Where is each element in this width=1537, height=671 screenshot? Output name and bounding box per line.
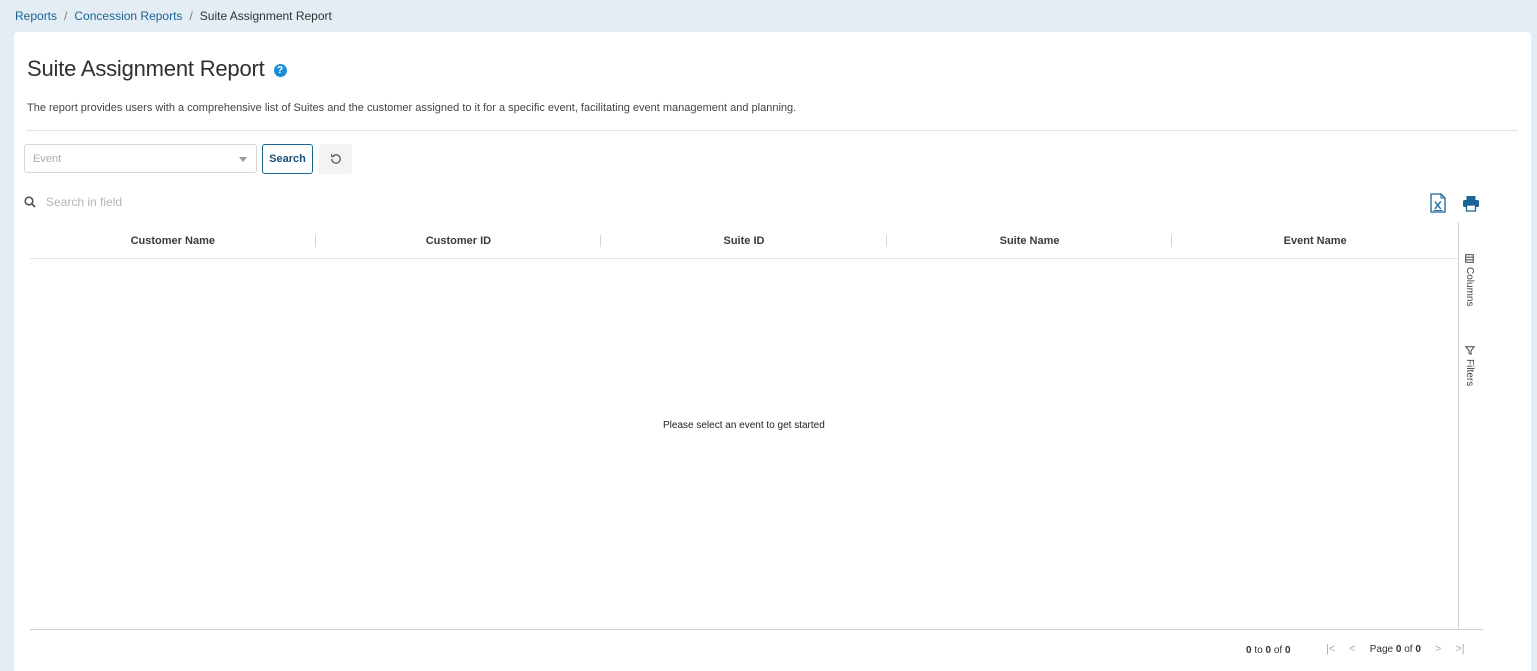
- columns-icon: [1465, 254, 1474, 263]
- pagination: |< < Page 0 of 0 > >|: [1326, 643, 1465, 655]
- breadcrumb-separator: /: [64, 9, 68, 23]
- range-total: 0: [1284, 645, 1291, 656]
- breadcrumb-current: Suite Assignment Report: [199, 9, 332, 23]
- last-page-icon[interactable]: >|: [1455, 643, 1464, 655]
- filters-panel-label: Filters: [1464, 359, 1475, 387]
- search-icon: [24, 196, 36, 208]
- column-header-label: Suite ID: [723, 235, 765, 247]
- column-header-suite-id[interactable]: Suite ID: [601, 224, 887, 258]
- breadcrumb-concession-reports-link[interactable]: Concession Reports: [74, 9, 182, 23]
- side-panel-divider: [1458, 222, 1459, 629]
- reset-icon: [330, 154, 341, 164]
- previous-page-icon[interactable]: <: [1349, 643, 1355, 655]
- page-of-word: of: [1404, 643, 1413, 655]
- title-row: Suite Assignment Report ?: [27, 56, 287, 82]
- grid-footer-divider: [30, 629, 1483, 630]
- filter-icon: [1464, 346, 1475, 355]
- columns-panel-tab[interactable]: Columns: [1464, 254, 1475, 306]
- page-current: 0: [1395, 643, 1402, 655]
- breadcrumb-separator: /: [189, 9, 193, 23]
- filters-panel-tab[interactable]: Filters: [1464, 346, 1475, 386]
- reset-button[interactable]: [319, 144, 352, 174]
- report-card: Suite Assignment Report ? The report pro…: [14, 32, 1531, 671]
- column-header-label: Event Name: [1283, 235, 1347, 247]
- column-header-label: Customer ID: [425, 235, 492, 247]
- column-header-label: Customer Name: [130, 235, 215, 247]
- first-page-icon[interactable]: |<: [1326, 643, 1335, 655]
- divider: [26, 130, 1518, 131]
- row-range-summary: 0 to 0 of 0: [1246, 645, 1291, 656]
- search-button[interactable]: Search: [262, 144, 313, 174]
- page-description: The report provides users with a compreh…: [27, 102, 797, 114]
- column-header-event-name[interactable]: Event Name: [1172, 224, 1458, 258]
- page-title: Suite Assignment Report: [27, 56, 265, 81]
- page-total: 0: [1415, 643, 1421, 655]
- column-header-suite-name[interactable]: Suite Name: [887, 224, 1173, 258]
- range-of-word: of: [1273, 645, 1283, 656]
- breadcrumb-reports-link[interactable]: Reports: [15, 9, 57, 23]
- next-page-icon[interactable]: >: [1435, 643, 1441, 655]
- column-header-label: Suite Name: [999, 235, 1060, 247]
- event-select-placeholder: Event: [33, 153, 62, 165]
- event-select[interactable]: Event: [24, 144, 257, 173]
- range-to: 0: [1265, 645, 1272, 656]
- range-to-word: to: [1254, 645, 1263, 656]
- column-header-customer-id[interactable]: Customer ID: [316, 224, 602, 258]
- grid-empty-message: Please select an event to get started: [663, 420, 825, 431]
- print-icon[interactable]: [1462, 195, 1480, 217]
- chevron-down-icon: [239, 157, 247, 162]
- breadcrumb: Reports / Concession Reports / Suite Ass…: [15, 9, 332, 23]
- column-header-customer-name[interactable]: Customer Name: [30, 224, 316, 258]
- excel-export-icon[interactable]: [1430, 193, 1446, 218]
- page-word: Page: [1369, 643, 1394, 655]
- grid-header: Customer Name Customer ID Suite ID Suite…: [30, 224, 1458, 259]
- columns-panel-label: Columns: [1464, 267, 1475, 307]
- question-circle-icon[interactable]: ?: [273, 63, 287, 77]
- field-search[interactable]: Search in field: [24, 195, 122, 209]
- field-search-placeholder: Search in field: [46, 195, 123, 209]
- range-from: 0: [1246, 645, 1252, 656]
